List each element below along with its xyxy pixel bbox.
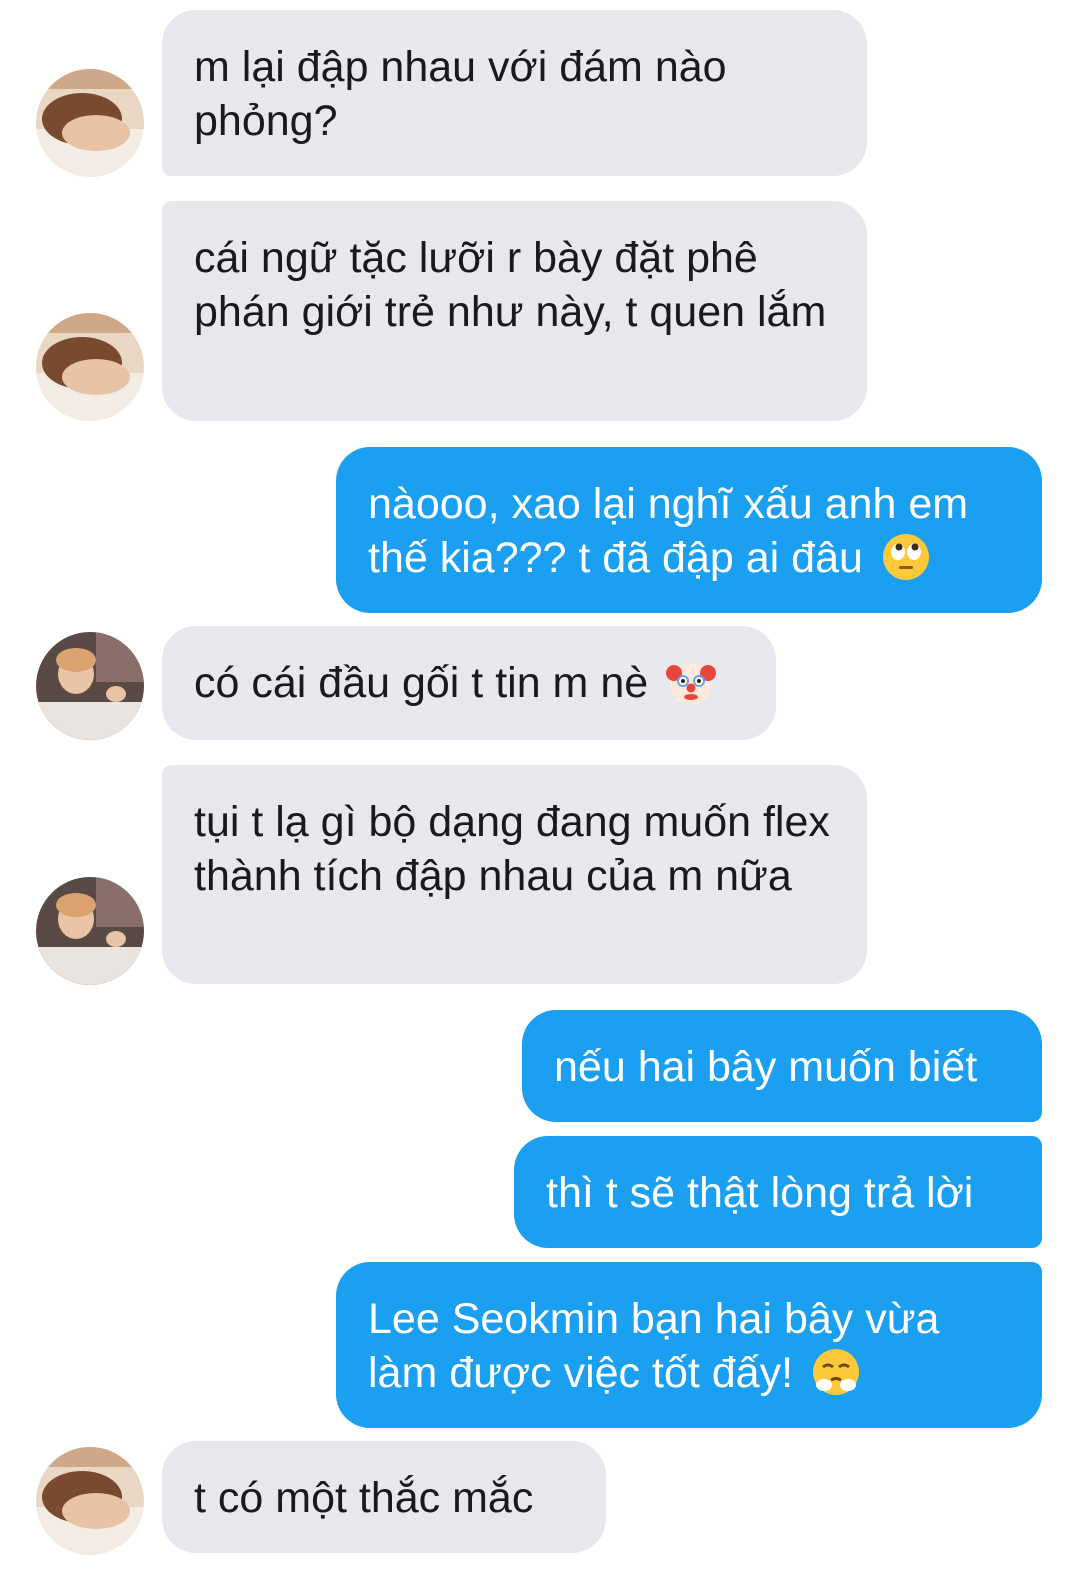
message-text: m lại đập nhau với đám nào phỏng? — [194, 43, 727, 145]
message-bubble-incoming[interactable]: có cái đầu gối t tin m nè — [162, 626, 776, 740]
avatar-sleeping-image — [36, 69, 144, 177]
avatar[interactable] — [36, 1447, 144, 1555]
message-bubble-outgoing[interactable]: nàooo, xao lại nghĩ xấu anh em thế kia??… — [336, 447, 1042, 613]
message-text: có cái đầu gối t tin m nè — [194, 659, 649, 707]
avatar-sleeping-image — [36, 1447, 144, 1555]
message-bubble-outgoing[interactable]: thì t sẽ thật lòng trả lời — [514, 1136, 1042, 1248]
message-text: t có một thắc mắc — [194, 1474, 534, 1522]
message-text: cái ngữ tặc lưỡi r bày đặt phê phán giới… — [194, 234, 827, 336]
message-bubble-incoming[interactable]: t có một thắc mắc — [162, 1441, 606, 1553]
avatar[interactable] — [36, 632, 144, 740]
message-bubble-outgoing[interactable]: nếu hai bây muốn biết — [522, 1010, 1042, 1122]
message-bubble-outgoing[interactable]: Lee Seokmin bạn hai bây vừa làm được việ… — [336, 1262, 1042, 1428]
message-text: thì t sẽ thật lòng trả lời — [546, 1169, 974, 1217]
message-text: tụi t lạ gì bộ dạng đang muốn flex thành… — [194, 798, 830, 900]
avatar[interactable] — [36, 69, 144, 177]
avatar-sleeping-image — [36, 313, 144, 421]
face-with-steam-icon — [812, 1349, 859, 1395]
avatar-waving-image — [36, 632, 144, 740]
clown-face-icon — [666, 663, 717, 705]
message-bubble-incoming[interactable]: m lại đập nhau với đám nào phỏng? — [162, 10, 867, 176]
message-text: nếu hai bây muốn biết — [554, 1043, 978, 1091]
message-bubble-incoming[interactable]: cái ngữ tặc lưỡi r bày đặt phê phán giới… — [162, 201, 867, 421]
message-text: nàooo, xao lại nghĩ xấu anh em thế kia??… — [368, 480, 969, 582]
avatar[interactable] — [36, 877, 144, 985]
avatar[interactable] — [36, 313, 144, 421]
avatar-waving-image — [36, 877, 144, 985]
face-with-rolling-eyes-icon — [882, 534, 929, 580]
message-bubble-incoming[interactable]: tụi t lạ gì bộ dạng đang muốn flex thành… — [162, 765, 867, 984]
chat-thread: m lại đập nhau với đám nào phỏng? cái ng… — [0, 0, 1080, 1571]
